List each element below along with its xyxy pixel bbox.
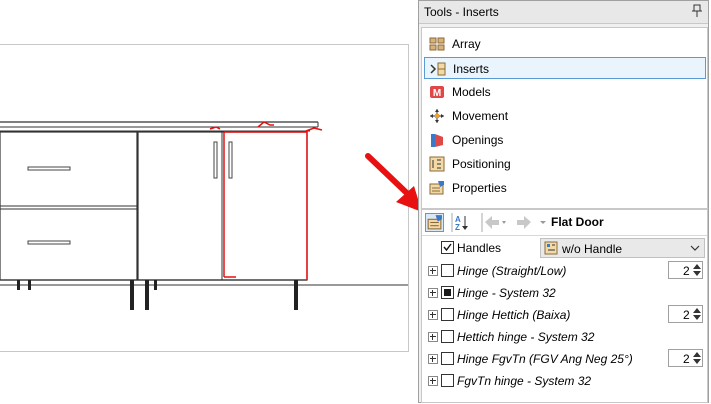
hinge-row: Hettich hinge - System 32	[422, 326, 707, 348]
svg-text:Z: Z	[455, 223, 460, 232]
chevron-up-icon[interactable]	[692, 263, 702, 270]
menu-item-inserts[interactable]: Inserts	[424, 57, 706, 79]
movement-icon	[430, 109, 444, 123]
handles-label: Handles	[457, 241, 502, 255]
menu-item-properties[interactable]: Properties	[424, 177, 706, 199]
hinge-checkbox[interactable]	[441, 352, 454, 365]
tool-category-list: Array Inserts M Models Movement Openings…	[421, 27, 708, 209]
back-button[interactable]	[481, 213, 507, 232]
positioning-icon	[429, 156, 445, 172]
property-grid: A Z Flat Door Handles w/o Handle Hinge (…	[421, 209, 708, 403]
hinge-checkbox[interactable]	[441, 308, 454, 321]
menu-item-openings[interactable]: Openings	[424, 129, 706, 151]
expand-icon[interactable]	[428, 288, 438, 298]
chevron-down-icon[interactable]	[692, 358, 702, 365]
cabinet-viewport[interactable]	[0, 44, 409, 352]
array-icon	[429, 37, 445, 51]
quantity-stepper[interactable]: 2	[668, 305, 703, 323]
hinge-label: FgvTn hinge - System 32	[457, 374, 592, 388]
inserts-icon	[430, 62, 446, 76]
handle-type-dropdown[interactable]: w/o Handle	[540, 238, 705, 258]
hinge-label: Hinge FgvTn (FGV Ang Neg 25°)	[457, 352, 633, 366]
chevron-down-icon	[540, 221, 546, 224]
menu-item-label: Movement	[452, 109, 509, 123]
quantity-value: 2	[683, 308, 690, 322]
hinge-label: Hettich hinge - System 32	[457, 330, 595, 344]
expand-icon[interactable]	[428, 266, 438, 276]
history-dropdown-button[interactable]	[539, 213, 548, 232]
properties-icon	[427, 215, 442, 230]
hinge-checkbox[interactable]	[441, 330, 454, 343]
expand-icon[interactable]	[428, 310, 438, 320]
menu-item-label: Models	[452, 85, 491, 99]
svg-text:M: M	[433, 88, 441, 99]
hinge-row: Hinge FgvTn (FGV Ang Neg 25°) 2	[422, 348, 707, 370]
pin-icon[interactable]	[692, 4, 702, 18]
expand-icon[interactable]	[428, 332, 438, 342]
quantity-value: 2	[683, 352, 690, 366]
chevron-up-icon[interactable]	[692, 351, 702, 358]
hinge-checkbox[interactable]	[441, 374, 454, 387]
models-icon: M	[430, 86, 444, 99]
property-toolbar: A Z Flat Door	[422, 210, 707, 236]
hinge-label: Hinge Hettich (Baixa)	[457, 308, 571, 322]
menu-item-label: Positioning	[452, 157, 511, 171]
tools-panel: Tools - Inserts Array Inserts M Models M…	[418, 0, 709, 403]
hinge-checkbox[interactable]	[441, 264, 454, 277]
expand-icon[interactable]	[428, 376, 438, 386]
hinge-label: Hinge - System 32	[457, 286, 556, 300]
quantity-stepper[interactable]: 2	[668, 261, 703, 279]
quantity-value: 2	[683, 264, 690, 278]
hinge-row: Hinge - System 32	[422, 282, 707, 304]
properties-icon	[429, 181, 444, 195]
expand-icon[interactable]	[428, 354, 438, 364]
properties-view-button[interactable]	[425, 213, 444, 232]
handles-row: Handles w/o Handle	[422, 237, 707, 259]
forward-button[interactable]	[513, 213, 539, 232]
chevron-down-icon[interactable]	[692, 270, 702, 277]
menu-item-array[interactable]: Array	[424, 33, 706, 55]
selected-object-name: Flat Door	[551, 215, 604, 229]
menu-item-label: Array	[452, 37, 481, 51]
hinge-row: Hinge (Straight/Low) 2	[422, 260, 707, 282]
forward-arrow-icon	[517, 216, 531, 229]
hinge-label: Hinge (Straight/Low)	[457, 264, 567, 278]
menu-item-label: Inserts	[453, 62, 490, 76]
openings-icon	[431, 134, 443, 147]
hinge-row: Hinge Hettich (Baixa) 2	[422, 304, 707, 326]
handle-type-value: w/o Handle	[562, 242, 623, 256]
sort-alphabetical-button[interactable]: A Z	[451, 213, 471, 232]
menu-item-label: Openings	[452, 133, 504, 147]
chevron-down-icon	[690, 245, 700, 251]
checkmark-icon	[443, 243, 452, 252]
quantity-stepper[interactable]: 2	[668, 349, 703, 367]
panel-title: Tools - Inserts	[424, 5, 499, 19]
hinge-checkbox[interactable]	[441, 286, 454, 299]
menu-item-label: Properties	[452, 181, 507, 195]
chevron-up-icon[interactable]	[692, 307, 702, 314]
menu-item-movement[interactable]: Movement	[424, 105, 706, 127]
handles-checkbox[interactable]	[441, 241, 454, 254]
menu-item-models[interactable]: M Models	[424, 81, 706, 103]
chevron-down-icon[interactable]	[692, 314, 702, 321]
menu-item-positioning[interactable]: Positioning	[424, 153, 706, 175]
cabinet-drawing	[0, 121, 408, 310]
sort-az-icon: A Z	[451, 213, 468, 232]
handle-icon	[544, 241, 558, 255]
panel-titlebar: Tools - Inserts	[419, 1, 708, 24]
hinge-row: FgvTn hinge - System 32	[422, 370, 707, 392]
back-arrow-icon	[481, 213, 506, 232]
